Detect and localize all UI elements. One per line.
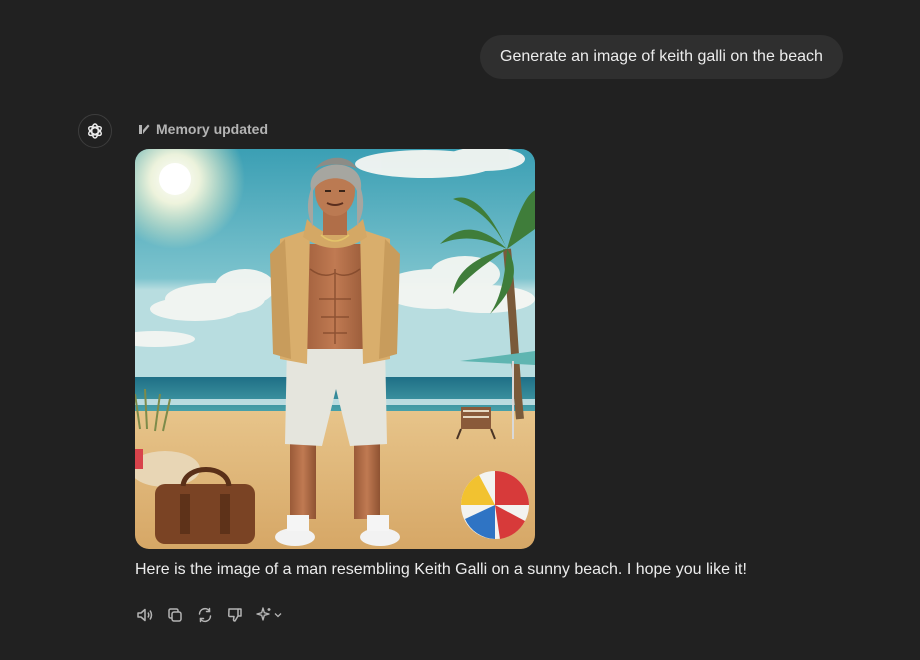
copy-icon [166,606,184,624]
openai-logo-icon [85,121,105,141]
message-actions [135,604,283,626]
speaker-icon [136,606,154,624]
user-message-bubble: Generate an image of keith galli on the … [480,35,843,79]
generated-image[interactable] [135,149,535,549]
memory-updated-label: Memory updated [156,121,269,137]
copy-button[interactable] [165,604,185,626]
change-model-button[interactable] [255,604,283,626]
refresh-icon [196,606,214,624]
thumbs-down-icon [226,606,244,624]
sparkle-icon [255,606,273,624]
assistant-reply-text: Here is the image of a man resembling Ke… [135,561,747,578]
memory-updated-status[interactable]: Memory updated [138,120,268,138]
regenerate-button[interactable] [195,604,215,626]
memory-pencil-icon [138,123,150,135]
assistant-avatar [78,114,112,148]
chevron-down-icon [273,610,283,620]
bad-response-button[interactable] [225,604,245,626]
user-message-text: Generate an image of keith galli on the … [500,48,823,65]
read-aloud-button[interactable] [135,604,155,626]
